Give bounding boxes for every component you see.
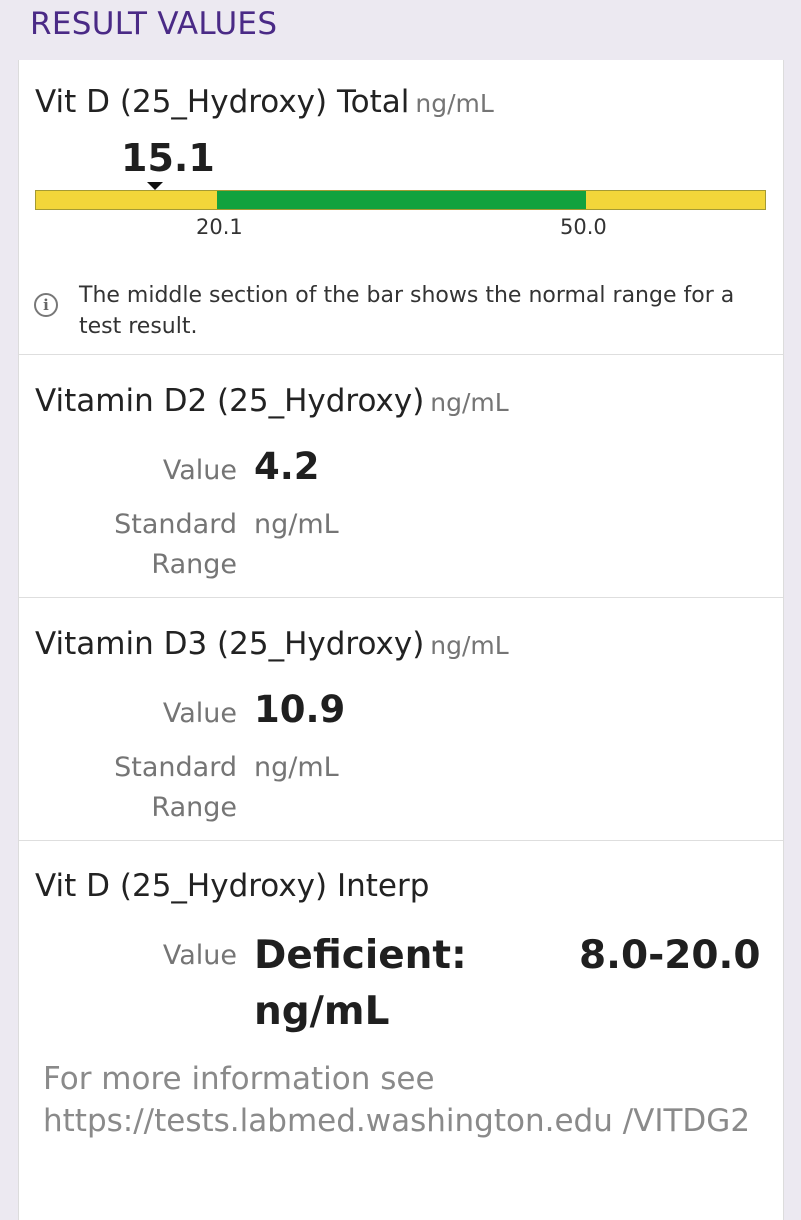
- vitamin-d2-title: Vitamin D2 (25_Hydroxy) ng/mL: [35, 383, 509, 419]
- d3-value: 10.9: [254, 688, 346, 731]
- interp-value: Deficient: ng/mL: [254, 933, 467, 1034]
- value-label: Value: [162, 455, 237, 486]
- divider: [19, 840, 783, 841]
- page-title: RESULT VALUES: [30, 6, 278, 42]
- vitamin-d2-section: Vitamin D2 (25_Hydroxy) ng/mL Value 4.2 S…: [19, 355, 783, 597]
- info-text: The middle section of the bar shows the …: [79, 283, 735, 339]
- standard-range-value: ng/mL: [254, 752, 339, 783]
- more-info-text: For more information see https://tests.l…: [43, 1061, 751, 1139]
- standard-range-label: Standard Range: [114, 509, 237, 580]
- range-high-label: 50.0: [560, 215, 607, 239]
- vit-d-total-title: Vit D (25_Hydroxy) Total ng/mL: [35, 84, 494, 120]
- range-bar-low: [36, 191, 217, 209]
- value-label: Value: [162, 698, 237, 729]
- standard-range-label: Standard Range: [114, 752, 237, 823]
- test-unit: ng/mL: [415, 89, 494, 118]
- test-name: Vit D (25_Hydroxy) Total: [35, 84, 410, 120]
- test-unit: ng/mL: [430, 388, 509, 417]
- interp-title: Vit D (25_Hydroxy) Interp: [35, 868, 429, 904]
- result-value: 15.1: [121, 136, 215, 180]
- test-name: Vitamin D3 (25_Hydroxy): [35, 626, 425, 662]
- info-icon: i: [34, 293, 58, 317]
- value-label: Value: [162, 940, 237, 971]
- vit-d-total-section: Vit D (25_Hydroxy) Total ng/mL 15.1 20.1 …: [19, 60, 783, 354]
- vitamin-d3-section: Vitamin D3 (25_Hydroxy) ng/mL Value 10.9 …: [19, 598, 783, 840]
- range-bar: [35, 190, 766, 210]
- test-name: Vit D (25_Hydroxy) Interp: [35, 868, 430, 904]
- test-name: Vitamin D2 (25_Hydroxy): [35, 383, 425, 419]
- d2-value: 4.2: [254, 445, 320, 488]
- result-marker-icon: [147, 182, 163, 190]
- standard-range-value: ng/mL: [254, 509, 339, 540]
- range-bar-normal: [217, 191, 586, 209]
- test-unit: ng/mL: [430, 631, 509, 660]
- interp-range: 8.0-20.0: [579, 933, 761, 978]
- range-bar-high: [586, 191, 765, 209]
- result-card: Vit D (25_Hydroxy) Total ng/mL 15.1 20.1 …: [18, 60, 784, 1220]
- vitamin-d3-title: Vitamin D3 (25_Hydroxy) ng/mL: [35, 626, 509, 662]
- range-low-label: 20.1: [196, 215, 243, 239]
